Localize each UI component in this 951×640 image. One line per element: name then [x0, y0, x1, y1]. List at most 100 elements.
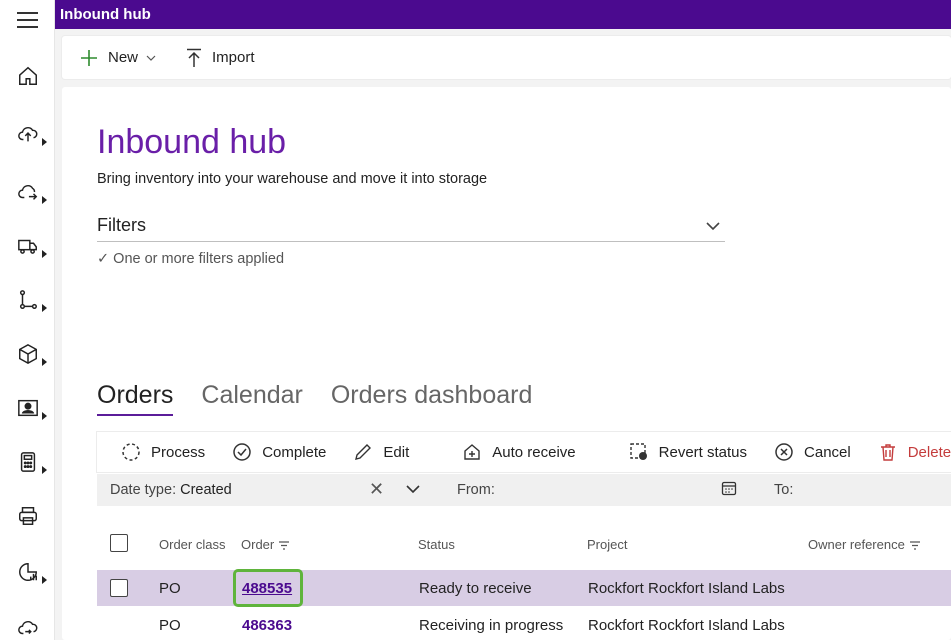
- column-header-order-class[interactable]: Order class: [159, 537, 225, 552]
- column-label: Status: [418, 537, 455, 552]
- nav-rail: [0, 0, 55, 640]
- nav-print[interactable]: [10, 498, 50, 534]
- calculator-icon: [20, 452, 36, 472]
- page-subtitle: Bring inventory into your warehouse and …: [97, 171, 488, 187]
- from-date-field[interactable]: From:: [457, 482, 495, 498]
- flow-icon: [19, 290, 37, 309]
- column-label: Order: [241, 537, 275, 552]
- import-button[interactable]: Import: [186, 48, 255, 68]
- column-label: Order class: [159, 537, 226, 552]
- column-header-status[interactable]: Status: [418, 537, 455, 552]
- filters-note: ✓ One or more filters applied: [97, 251, 285, 267]
- process-button[interactable]: Process: [121, 442, 205, 462]
- column-header-project[interactable]: Project: [587, 537, 627, 552]
- filters-toggle[interactable]: Filters: [97, 215, 725, 242]
- revert-icon: [629, 443, 647, 460]
- chevron-down-icon: [146, 55, 156, 61]
- date-type-field[interactable]: Date type: Created: [110, 482, 232, 498]
- import-label: Import: [212, 49, 255, 66]
- order-number[interactable]: 486363: [242, 617, 292, 634]
- contact-card-icon: [18, 399, 38, 417]
- page-title: Inbound hub: [97, 123, 287, 161]
- order-link[interactable]: 488535: [242, 580, 292, 597]
- delete-label: Delete: [907, 443, 951, 461]
- auto-receive-icon: [464, 444, 480, 460]
- edit-button[interactable]: Edit: [353, 442, 409, 462]
- process-label: Process: [151, 443, 206, 461]
- date-type-value: Created: [180, 482, 232, 498]
- view-tabs: Orders Calendar Orders dashboard: [97, 381, 560, 416]
- cell-order-class: PO: [159, 617, 181, 634]
- hamburger-menu-icon[interactable]: [17, 12, 38, 30]
- revert-status-button[interactable]: Revert status: [629, 442, 747, 462]
- cancel-label: Cancel: [804, 443, 851, 461]
- cell-status: Receiving in progress: [419, 617, 564, 634]
- new-label: New: [108, 49, 139, 66]
- chevron-down-icon: [706, 222, 720, 231]
- to-date-field[interactable]: To:: [774, 482, 793, 498]
- nav-transport[interactable]: [10, 228, 50, 264]
- select-all-checkbox[interactable]: [110, 534, 128, 552]
- column-label: Project: [587, 537, 628, 552]
- command-bar: New Import: [62, 36, 951, 79]
- tab-orders-dashboard[interactable]: Orders dashboard: [331, 381, 533, 416]
- cancel-button[interactable]: Cancel: [774, 442, 851, 462]
- pencil-icon: [355, 444, 372, 460]
- main-panel: Inbound hub Bring inventory into your wa…: [62, 87, 951, 640]
- complete-button[interactable]: Complete: [232, 442, 326, 462]
- nav-billing[interactable]: [10, 444, 50, 480]
- filter-lines-icon: [909, 541, 920, 550]
- check-circle-icon: [233, 443, 251, 461]
- filter-lines-icon: [279, 541, 290, 550]
- process-icon: [122, 443, 140, 461]
- nav-reports[interactable]: [10, 554, 50, 590]
- new-button[interactable]: New: [80, 49, 156, 67]
- complete-label: Complete: [262, 443, 327, 461]
- calendar-icon[interactable]: [721, 480, 737, 496]
- table-row[interactable]: PO 488535 Ready to receive Rockfort Rock…: [97, 569, 951, 607]
- box-icon: [19, 343, 37, 365]
- plus-icon: [81, 49, 97, 66]
- printer-icon: [19, 507, 37, 525]
- cell-order-class: PO: [159, 580, 181, 597]
- date-filter-bar: Date type: Created ✕ From: To:: [97, 474, 951, 506]
- order-number[interactable]: 488535: [242, 580, 292, 597]
- upload-icon: [187, 48, 202, 67]
- truck-icon: [18, 239, 37, 254]
- nav-products[interactable]: [10, 336, 50, 372]
- tab-orders[interactable]: Orders: [97, 381, 174, 416]
- column-label: Owner reference: [808, 537, 905, 552]
- chevron-down-icon[interactable]: [405, 482, 421, 496]
- date-type-label: Date type:: [110, 482, 177, 498]
- cell-project: Rockfort Rockfort Island Labs: [588, 617, 785, 634]
- nav-home[interactable]: [10, 58, 50, 94]
- home-icon: [19, 66, 37, 85]
- auto-receive-button[interactable]: Auto receive: [462, 442, 576, 462]
- nav-integrations[interactable]: [10, 610, 50, 640]
- trash-icon: [880, 444, 895, 461]
- nav-outbound[interactable]: [10, 174, 50, 210]
- grid-header: Order class Order Status Project Owner r…: [97, 527, 951, 557]
- app-header: Inbound hub: [55, 0, 951, 29]
- cloud-upload-icon: [18, 126, 38, 142]
- cancel-circle-icon: [775, 443, 793, 461]
- cloud-sync-icon: [18, 620, 38, 635]
- revert-status-label: Revert status: [658, 443, 748, 461]
- column-header-order[interactable]: Order: [241, 537, 290, 552]
- filters-label: Filters: [97, 215, 146, 235]
- clear-icon[interactable]: ✕: [369, 479, 384, 500]
- nav-inbound[interactable]: [10, 116, 50, 152]
- delete-button[interactable]: Delete: [878, 442, 951, 462]
- nav-contacts[interactable]: [10, 390, 50, 426]
- cell-status: Ready to receive: [419, 580, 532, 597]
- edit-label: Edit: [383, 443, 410, 461]
- cloud-export-icon: [18, 184, 38, 200]
- auto-receive-label: Auto receive: [492, 443, 576, 461]
- nav-flows[interactable]: [10, 282, 50, 318]
- order-link[interactable]: 486363: [242, 617, 292, 634]
- tab-calendar[interactable]: Calendar: [201, 381, 302, 416]
- table-row[interactable]: PO 486363 Receiving in progress Rockfort…: [97, 608, 951, 640]
- column-header-owner-reference[interactable]: Owner reference: [808, 537, 920, 552]
- analytics-icon: [19, 563, 37, 581]
- row-checkbox[interactable]: [110, 579, 128, 597]
